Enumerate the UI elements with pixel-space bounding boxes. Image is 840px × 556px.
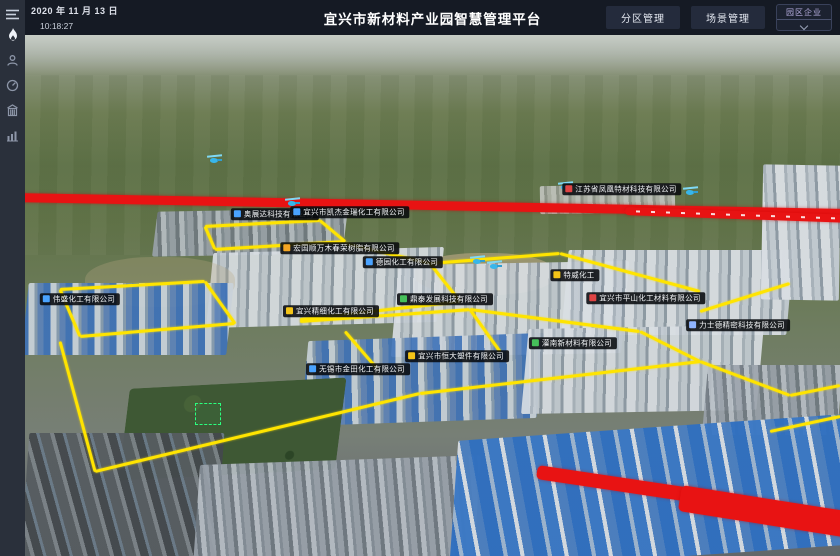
helicopter-model — [683, 187, 698, 196]
helicopter-model — [207, 155, 222, 164]
company-icon — [286, 308, 293, 315]
horizon-haze — [25, 35, 840, 77]
company-label-text: 宏国顺万木春荣树脂有限公司 — [293, 244, 394, 252]
company-label-text: 德园化工有限公司 — [376, 258, 438, 266]
helicopter-model — [470, 256, 485, 265]
company-label-text: 江苏省凤凰特材科技有限公司 — [575, 185, 676, 193]
company-label[interactable]: 伟盛化工有限公司 — [40, 293, 120, 305]
company-icon — [553, 272, 560, 279]
header-bar: 2020 年 11 月 13 日 10:18:27 宜兴市新材料产业园智慧管理平… — [25, 0, 840, 35]
company-label-text: 伟盛化工有限公司 — [53, 295, 115, 303]
helicopter-tail — [497, 265, 502, 267]
park-enterprise-dropdown[interactable]: 园区企业 — [776, 4, 832, 31]
helicopter-tail — [480, 260, 485, 262]
company-label-text: 鼎泰发展科技有限公司 — [410, 295, 488, 303]
company-label[interactable]: 宏国顺万木春荣树脂有限公司 — [280, 242, 399, 254]
company-label[interactable]: 特威化工 — [550, 269, 599, 281]
company-label[interactable]: 力士德精密科技有限公司 — [686, 319, 790, 331]
company-icon — [532, 340, 539, 347]
app-window: 2020 年 11 月 13 日 10:18:27 宜兴市新材料产业园智慧管理平… — [0, 0, 840, 556]
company-label-text: 灌南新材料有限公司 — [542, 339, 612, 347]
factory-chart-icon[interactable] — [0, 125, 25, 145]
helicopter-rotor — [683, 186, 698, 189]
company-label[interactable]: 江苏省凤凰特材科技有限公司 — [562, 183, 681, 195]
current-time: 10:18:27 — [40, 21, 118, 31]
company-icon — [234, 211, 241, 218]
company-icon — [309, 366, 316, 373]
sidebar-nav — [0, 0, 25, 556]
company-label[interactable]: 鼎泰发展科技有限公司 — [397, 293, 493, 305]
current-date: 2020 年 11 月 13 日 — [31, 4, 118, 17]
header-actions: 分区管理 场景管理 园区企业 — [606, 0, 832, 35]
company-label[interactable]: 宜兴市平山化工材料有限公司 — [586, 292, 705, 304]
selection-box — [195, 403, 221, 425]
helicopter-model — [487, 261, 502, 270]
helicopter-tail — [295, 202, 300, 204]
building-cluster — [761, 164, 840, 300]
park-enterprise-dropdown-label: 园区企业 — [777, 5, 831, 20]
helicopter-tail — [693, 191, 698, 193]
company-label-text: 宜兴市凯杰金瑞化工有限公司 — [303, 208, 404, 216]
company-label[interactable]: 宜兴市凯杰金瑞化工有限公司 — [290, 206, 409, 218]
company-icon — [400, 296, 407, 303]
company-label-text: 力士德精密科技有限公司 — [699, 321, 785, 329]
company-icon — [689, 322, 696, 329]
helicopter-rotor — [285, 197, 300, 200]
scene-management-button[interactable]: 场景管理 — [691, 6, 765, 29]
company-icon — [589, 295, 596, 302]
company-icon — [565, 186, 572, 193]
company-label-text: 宜兴市平山化工材料有限公司 — [599, 294, 700, 302]
gauge-icon[interactable] — [0, 75, 25, 95]
company-label-text: 特威化工 — [563, 271, 594, 279]
company-label[interactable]: 宜兴精细化工有限公司 — [283, 305, 379, 317]
flame-icon[interactable] — [0, 25, 25, 45]
company-label-text: 宜兴精细化工有限公司 — [296, 307, 374, 315]
company-label[interactable]: 宜兴市恒大塑件有限公司 — [405, 350, 509, 362]
building-icon[interactable] — [0, 100, 25, 120]
company-label[interactable]: 灌南新材料有限公司 — [529, 337, 617, 349]
company-label-text: 宜兴市恒大塑件有限公司 — [418, 352, 504, 360]
helicopter-tail — [217, 159, 222, 161]
company-icon — [293, 209, 300, 216]
building-cluster — [193, 455, 481, 556]
helicopter-rotor — [470, 255, 485, 258]
company-icon — [408, 353, 415, 360]
company-label[interactable]: 德园化工有限公司 — [363, 256, 443, 268]
zone-management-button[interactable]: 分区管理 — [606, 6, 680, 29]
datetime-block: 2020 年 11 月 13 日 10:18:27 — [31, 4, 118, 31]
chevron-down-icon — [800, 22, 808, 30]
menu-icon[interactable] — [0, 4, 25, 24]
company-icon — [43, 296, 50, 303]
helicopter-rotor — [487, 260, 502, 263]
helicopter-rotor — [207, 154, 222, 157]
company-label[interactable]: 无锡市金田化工有限公司 — [306, 363, 410, 375]
map-canvas[interactable]: 江苏省凤凰特材科技有限公司奥展达科技有限公司宜兴市凯杰金瑞化工有限公司宏国顺万木… — [25, 35, 840, 556]
company-label-text: 无锡市金田化工有限公司 — [319, 365, 405, 373]
farmland-texture — [25, 75, 840, 255]
user-icon[interactable] — [0, 50, 25, 70]
company-icon — [283, 245, 290, 252]
company-icon — [366, 259, 373, 266]
